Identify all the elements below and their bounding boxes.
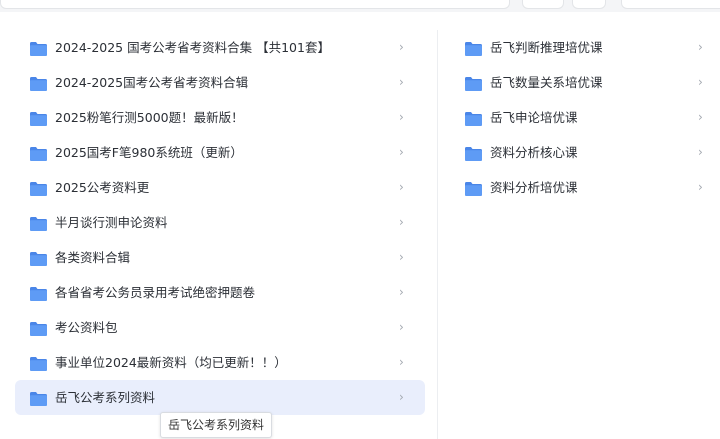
folder-label: 2024-2025国考公考省考资料合辑 — [55, 75, 249, 90]
folder-label: 事业单位2024最新资料（均已更新！！） — [55, 355, 287, 370]
folder-item[interactable]: 各省省考公务员录用考试绝密押题卷 › — [15, 275, 425, 310]
folder-label: 资料分析核心课 — [490, 145, 578, 160]
folder-icon — [30, 251, 47, 266]
chevron-right-icon: › — [399, 390, 404, 404]
folder-icon — [465, 41, 482, 56]
tooltip: 岳飞公考系列资料 — [160, 412, 273, 438]
chevron-right-icon: › — [399, 145, 404, 159]
folder-item[interactable]: 2025粉笔行测5000题！最新版！ › — [15, 100, 425, 135]
chevron-right-icon: › — [399, 215, 404, 229]
folder-item[interactable]: 资料分析培优课 › — [450, 170, 720, 205]
toolbar-button[interactable] — [572, 0, 606, 9]
folder-icon — [30, 286, 47, 301]
folder-label: 各省省考公务员录用考试绝密押题卷 — [55, 285, 256, 300]
folder-icon — [30, 391, 47, 406]
chevron-right-icon: › — [698, 75, 703, 89]
folder-list-right: 岳飞判断推理培优课 › 岳飞数量关系培优课 › 岳飞申论培优课 › 资料分析核心课 › 资料分析… — [450, 30, 720, 205]
folder-item[interactable]: 2024-2025国考公考省考资料合辑 › — [15, 65, 425, 100]
folder-item[interactable]: 岳飞公考系列资料 › — [15, 380, 425, 415]
folder-icon — [465, 146, 482, 161]
folder-item[interactable]: 2025国考F笔980系统班（更新） › — [15, 135, 425, 170]
folder-list-left: 2024-2025 国考公考省考资料合集 【共101套】 › 2024-2025国考… — [15, 30, 425, 415]
folder-icon — [465, 181, 482, 196]
chevron-right-icon: › — [399, 355, 404, 369]
chevron-right-icon: › — [698, 40, 703, 54]
folder-label: 2024-2025 国考公考省考资料合集 【共101套】 — [55, 40, 330, 55]
folder-label: 2025粉笔行测5000题！最新版！ — [55, 110, 244, 125]
folder-item[interactable]: 事业单位2024最新资料（均已更新！！） › — [15, 345, 425, 380]
folder-icon — [30, 356, 47, 371]
folder-label: 岳飞判断推理培优课 — [490, 40, 603, 55]
chevron-right-icon: › — [399, 250, 404, 264]
folder-item[interactable]: 岳飞申论培优课 › — [450, 100, 720, 135]
folder-item[interactable]: 考公资料包 › — [15, 310, 425, 345]
folder-icon — [30, 146, 47, 161]
folder-icon — [30, 41, 47, 56]
folder-item[interactable]: 资料分析核心课 › — [450, 135, 720, 170]
chevron-right-icon: › — [399, 180, 404, 194]
folder-item[interactable]: 岳飞数量关系培优课 › — [450, 65, 720, 100]
folder-item[interactable]: 岳飞判断推理培优课 › — [450, 30, 720, 65]
chevron-right-icon: › — [399, 110, 404, 124]
chevron-right-icon: › — [698, 110, 703, 124]
chevron-right-icon: › — [698, 145, 703, 159]
chevron-right-icon: › — [399, 320, 404, 334]
folder-icon — [30, 181, 47, 196]
folder-label: 各类资料合辑 — [55, 250, 131, 265]
search-input[interactable] — [0, 0, 510, 9]
chevron-right-icon: › — [698, 180, 703, 194]
chevron-right-icon: › — [399, 75, 404, 89]
toolbar-button[interactable] — [522, 0, 564, 9]
folder-label: 半月谈行测申论资料 — [55, 215, 168, 230]
folder-item[interactable]: 各类资料合辑 › — [15, 240, 425, 275]
folder-label: 岳飞数量关系培优课 — [490, 75, 603, 90]
folder-icon — [30, 111, 47, 126]
folder-icon — [465, 111, 482, 126]
folder-label: 考公资料包 — [55, 320, 118, 335]
folder-icon — [465, 76, 482, 91]
folder-icon — [30, 321, 47, 336]
top-toolbar — [0, 0, 720, 12]
folder-label: 岳飞公考系列资料 — [55, 390, 156, 405]
folder-label: 资料分析培优课 — [490, 180, 578, 195]
chevron-right-icon: › — [399, 40, 404, 54]
folder-icon — [30, 76, 47, 91]
toolbar-button[interactable] — [621, 0, 720, 9]
folder-label: 2025国考F笔980系统班（更新） — [55, 145, 243, 160]
folder-label: 2025公考资料更 — [55, 180, 150, 195]
folder-icon — [30, 216, 47, 231]
folder-item[interactable]: 2024-2025 国考公考省考资料合集 【共101套】 › — [15, 30, 425, 65]
column-divider — [437, 30, 438, 439]
folder-label: 岳飞申论培优课 — [490, 110, 578, 125]
chevron-right-icon: › — [399, 285, 404, 299]
folder-item[interactable]: 2025公考资料更 › — [15, 170, 425, 205]
folder-item[interactable]: 半月谈行测申论资料 › — [15, 205, 425, 240]
